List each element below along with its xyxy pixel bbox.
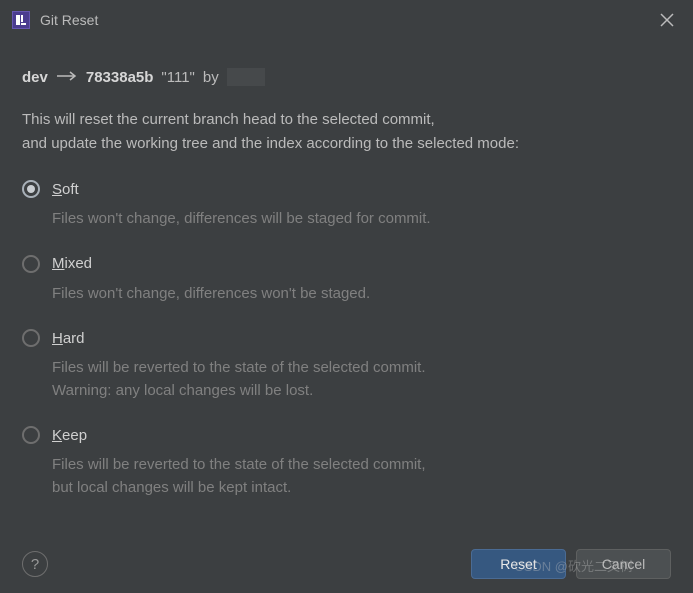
dialog-title: Git Reset [40,12,653,28]
close-icon [660,13,674,27]
commit-author [227,68,265,86]
option-label-soft: Soft [52,181,79,198]
option-keep: Keep Files will be reverted to the state… [22,426,671,499]
reset-mode-options: Soft Files won't change, differences wil… [22,180,671,499]
option-label-mixed: Mixed [52,255,92,272]
option-soft: Soft Files won't change, differences wil… [22,180,671,231]
description-line-1: This will reset the current branch head … [22,108,671,132]
titlebar: Git Reset [0,0,693,40]
arrow-icon [56,69,78,86]
app-icon [12,11,30,29]
radio-icon [22,329,40,347]
option-mixed: Mixed Files won't change, differences wo… [22,255,671,306]
option-desc-hard: Files will be reverted to the state of t… [52,357,671,402]
branch-name: dev [22,69,48,86]
radio-soft[interactable]: Soft [22,180,671,198]
radio-icon [22,255,40,273]
radio-keep[interactable]: Keep [22,426,671,444]
option-hard: Hard Files will be reverted to the state… [22,329,671,402]
commit-by-label: by [203,69,219,86]
option-desc-keep: Files will be reverted to the state of t… [52,454,671,499]
radio-icon [22,180,40,198]
cancel-button[interactable]: Cancel [576,549,671,579]
dialog-description: This will reset the current branch head … [22,108,671,156]
description-line-2: and update the working tree and the inde… [22,132,671,156]
commit-message: "111" [161,69,194,86]
option-label-hard: Hard [52,330,85,347]
commit-hash: 78338a5b [86,69,154,86]
reset-button[interactable]: Reset [471,549,566,579]
commit-info: dev 78338a5b "111" by [22,68,671,86]
option-desc-soft: Files won't change, differences will be … [52,208,671,231]
help-button[interactable]: ? [22,551,48,577]
option-desc-mixed: Files won't change, differences won't be… [52,283,671,306]
radio-hard[interactable]: Hard [22,329,671,347]
dialog-content: dev 78338a5b "111" by This will reset th… [0,40,693,499]
option-label-keep: Keep [52,427,87,444]
close-button[interactable] [653,6,681,34]
dialog-footer: ? Reset Cancel [22,549,671,579]
radio-mixed[interactable]: Mixed [22,255,671,273]
radio-icon [22,426,40,444]
